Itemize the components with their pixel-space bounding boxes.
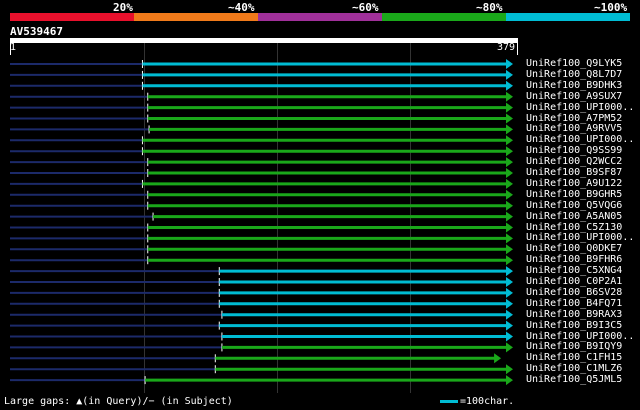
hit-label[interactable]: UniRef100_B9I3C5 bbox=[526, 320, 622, 331]
hit-row[interactable] bbox=[10, 178, 513, 189]
hit-label[interactable]: UniRef100_B9DHK3 bbox=[526, 80, 622, 91]
hit-arrow-icon bbox=[506, 157, 513, 168]
scale-key-line bbox=[440, 399, 458, 403]
hit-arrow-icon bbox=[506, 375, 513, 386]
hit-arrow-icon bbox=[506, 233, 513, 244]
hit-row[interactable] bbox=[10, 298, 513, 309]
hit-row[interactable] bbox=[10, 146, 513, 157]
hit-row[interactable] bbox=[10, 309, 513, 320]
hit-label[interactable]: UniRef100_Q2WCC2 bbox=[526, 156, 622, 167]
hit-row[interactable] bbox=[10, 168, 513, 178]
hit-row[interactable] bbox=[10, 342, 513, 353]
hit-row[interactable] bbox=[10, 157, 513, 168]
hit-label[interactable]: UniRef100_A9U122 bbox=[526, 178, 622, 189]
hit-label[interactable]: UniRef100_C1FH15 bbox=[526, 352, 622, 363]
hit-row[interactable] bbox=[10, 59, 513, 69]
hit-arrow-icon bbox=[506, 113, 513, 124]
hit-row[interactable] bbox=[10, 200, 513, 211]
hit-row[interactable] bbox=[10, 233, 513, 244]
hit-label[interactable]: UniRef100_C1MLZ6 bbox=[526, 363, 622, 374]
hit-row[interactable] bbox=[10, 244, 513, 255]
hit-row[interactable] bbox=[10, 222, 513, 233]
hit-arrow-icon bbox=[506, 309, 513, 320]
hit-arrow-icon bbox=[506, 244, 513, 255]
hit-label[interactable]: UniRef100_Q8L7D7 bbox=[526, 69, 622, 80]
hit-arrow-icon bbox=[506, 320, 513, 331]
hit-row[interactable] bbox=[10, 266, 513, 277]
hit-arrow-icon bbox=[506, 124, 513, 135]
hit-arrow-icon bbox=[506, 200, 513, 211]
hit-label[interactable]: UniRef100_B9RAX3 bbox=[526, 309, 622, 320]
hit-row[interactable] bbox=[10, 135, 513, 146]
hit-row[interactable] bbox=[10, 113, 513, 124]
hit-label[interactable]: UniRef100_Q9LYK5 bbox=[526, 58, 622, 69]
hit-row[interactable] bbox=[10, 364, 513, 375]
hit-label[interactable]: UniRef100_UPI000.. bbox=[526, 134, 634, 145]
hit-label[interactable]: UniRef100_B9FHR6 bbox=[526, 254, 622, 265]
hit-row[interactable] bbox=[10, 277, 513, 287]
hit-arrow-icon bbox=[494, 353, 502, 364]
hit-row[interactable] bbox=[10, 211, 513, 222]
hit-arrow-icon bbox=[506, 135, 513, 146]
scale-key-text: =100char. bbox=[460, 396, 515, 407]
hit-row[interactable] bbox=[10, 91, 513, 102]
hit-arrow-icon bbox=[506, 211, 513, 222]
hit-label[interactable]: UniRef100_A9RVV5 bbox=[526, 123, 622, 134]
hit-row[interactable] bbox=[10, 320, 513, 331]
hit-row[interactable] bbox=[10, 287, 513, 298]
hit-arrow-icon bbox=[506, 266, 513, 277]
hit-arrow-icon bbox=[506, 331, 513, 342]
hit-row[interactable] bbox=[10, 69, 513, 80]
hit-arrow-icon bbox=[506, 222, 513, 233]
hit-arrow-icon bbox=[506, 69, 513, 80]
hit-arrow-icon bbox=[506, 168, 513, 178]
hit-label[interactable]: UniRef100_B4FQ71 bbox=[526, 298, 622, 309]
footer-scale-key: =100char. bbox=[440, 396, 514, 407]
hit-label[interactable]: UniRef100_UPI000.. bbox=[526, 102, 634, 113]
hit-row[interactable] bbox=[10, 102, 513, 113]
hit-row[interactable] bbox=[10, 353, 502, 364]
hit-row[interactable] bbox=[10, 375, 513, 386]
hit-label[interactable]: UniRef100_Q0DKE7 bbox=[526, 243, 622, 254]
hit-label[interactable]: UniRef100_B9IQY9 bbox=[526, 341, 622, 352]
hit-row[interactable] bbox=[10, 331, 513, 342]
hit-arrow-icon bbox=[506, 80, 513, 91]
hit-row[interactable] bbox=[10, 189, 513, 200]
hit-arrow-icon bbox=[506, 146, 513, 157]
hit-arrow-icon bbox=[506, 178, 513, 189]
hit-arrow-icon bbox=[506, 102, 513, 113]
hit-arrow-icon bbox=[506, 342, 513, 353]
hit-arrow-icon bbox=[506, 255, 513, 266]
hit-arrow-icon bbox=[506, 287, 513, 298]
hit-arrow-icon bbox=[506, 59, 513, 69]
hit-label[interactable]: UniRef100_C0P2A1 bbox=[526, 276, 622, 287]
hit-label[interactable]: UniRef100_A5AN05 bbox=[526, 211, 622, 222]
hit-label[interactable]: UniRef100_A9SUX7 bbox=[526, 91, 622, 102]
hit-label[interactable]: UniRef100_C5XNG4 bbox=[526, 265, 622, 276]
hit-row[interactable] bbox=[10, 124, 513, 135]
hit-label[interactable]: UniRef100_B9GHR5 bbox=[526, 189, 622, 200]
hit-label[interactable]: UniRef100_Q5VQG6 bbox=[526, 200, 622, 211]
hit-arrow-icon bbox=[506, 298, 513, 309]
hit-arrow-icon bbox=[506, 91, 513, 102]
hit-row[interactable] bbox=[10, 255, 513, 266]
hit-arrow-icon bbox=[506, 189, 513, 200]
hit-label[interactable]: UniRef100_UPI000.. bbox=[526, 232, 634, 243]
hit-label[interactable]: UniRef100_Q9SS99 bbox=[526, 145, 622, 156]
hit-label[interactable]: UniRef100_B9SF87 bbox=[526, 167, 622, 178]
hit-label[interactable]: UniRef100_UPI000.. bbox=[526, 331, 634, 342]
hit-label[interactable]: UniRef100_A7PM52 bbox=[526, 113, 622, 124]
hit-label[interactable]: UniRef100_Q5JML5 bbox=[526, 374, 622, 385]
hit-label[interactable]: UniRef100_B6SV28 bbox=[526, 287, 622, 298]
hit-arrow-icon bbox=[506, 364, 513, 375]
hit-row[interactable] bbox=[10, 80, 513, 91]
hit-arrow-icon bbox=[506, 277, 513, 287]
footer-gaps-legend: Large gaps: ▲(in Query)/− (in Subject) bbox=[4, 396, 233, 407]
hit-label[interactable]: UniRef100_C5Z130 bbox=[526, 222, 622, 233]
